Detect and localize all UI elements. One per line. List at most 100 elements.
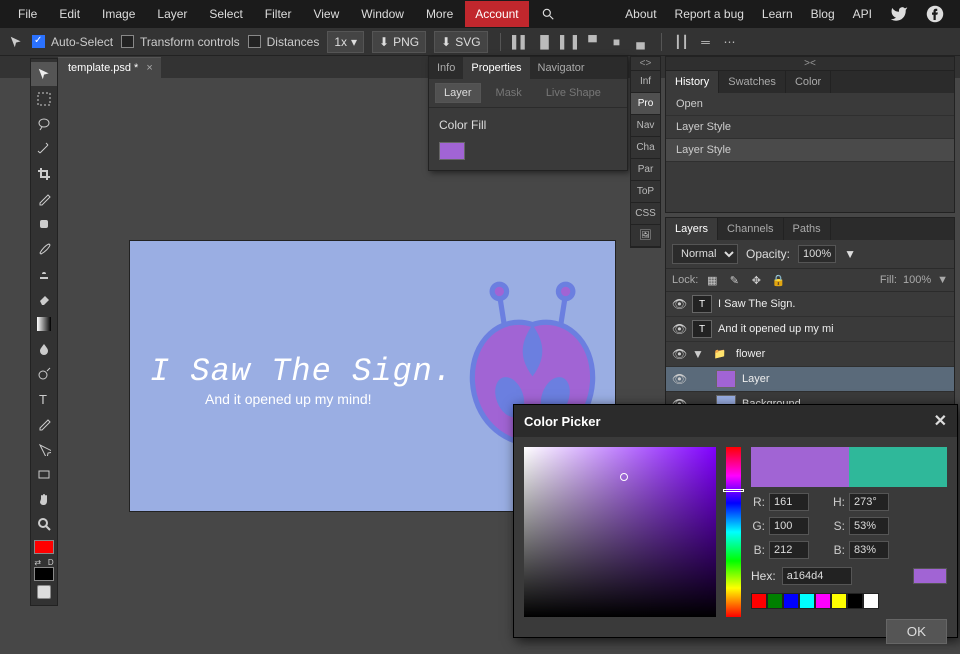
- br-input[interactable]: [849, 541, 889, 559]
- palette-swatch[interactable]: [831, 593, 847, 609]
- align-top-icon[interactable]: ▀: [585, 34, 601, 50]
- tab-layers[interactable]: Layers: [666, 218, 718, 240]
- layer-row[interactable]: 👁 T And it opened up my mi: [666, 317, 954, 342]
- lasso-tool[interactable]: [31, 112, 57, 136]
- prop-sub-layer[interactable]: Layer: [435, 83, 481, 103]
- tab-channels[interactable]: Channels: [718, 218, 783, 240]
- visibility-toggle-icon[interactable]: 👁: [672, 372, 686, 386]
- fill-value[interactable]: 100%: [903, 274, 931, 286]
- default-colors-icon[interactable]: D: [48, 558, 54, 567]
- distances-checkbox[interactable]: Distances: [248, 35, 320, 49]
- tab-navigator[interactable]: Navigator: [530, 57, 593, 79]
- shape-tool[interactable]: [31, 462, 57, 486]
- hue-cursor[interactable]: [723, 489, 744, 492]
- background-color-swatch[interactable]: [34, 567, 54, 581]
- eraser-tool[interactable]: [31, 287, 57, 311]
- align-right-icon[interactable]: ▌▐: [561, 34, 577, 50]
- color-fill-swatch[interactable]: [439, 142, 465, 160]
- zoom-tool[interactable]: [31, 512, 57, 536]
- move-tool[interactable]: [31, 62, 57, 86]
- menu-layer[interactable]: Layer: [147, 1, 197, 27]
- visibility-toggle-icon[interactable]: 👁: [672, 347, 686, 361]
- strip-css[interactable]: CSS: [631, 203, 660, 225]
- type-tool[interactable]: T: [31, 387, 57, 411]
- tab-history[interactable]: History: [666, 71, 719, 93]
- dodge-tool[interactable]: [31, 362, 57, 386]
- layer-row[interactable]: 👁 Layer: [666, 367, 954, 392]
- distribute-v-icon[interactable]: ═: [698, 34, 714, 50]
- distribute-h-icon[interactable]: ┃┃: [674, 34, 690, 50]
- menu-window[interactable]: Window: [351, 1, 414, 27]
- lock-transparent-icon[interactable]: ▦: [704, 273, 720, 287]
- strip-character[interactable]: Cha: [631, 137, 660, 159]
- link-blog[interactable]: Blog: [803, 1, 843, 27]
- tab-swatches[interactable]: Swatches: [719, 71, 786, 93]
- align-bottom-icon[interactable]: ▄: [633, 34, 649, 50]
- twitter-icon[interactable]: [882, 0, 916, 29]
- tab-info[interactable]: Info: [429, 57, 463, 79]
- align-center-v-icon[interactable]: ■: [609, 34, 625, 50]
- document-tab[interactable]: template.psd * ×: [58, 57, 161, 78]
- folder-toggle-icon[interactable]: ▼: [692, 347, 704, 361]
- opacity-value[interactable]: 100%: [798, 245, 836, 263]
- palette-swatch[interactable]: [847, 593, 863, 609]
- path-select-tool[interactable]: [31, 437, 57, 461]
- tab-properties[interactable]: Properties: [463, 57, 529, 79]
- tab-color[interactable]: Color: [786, 71, 831, 93]
- history-row[interactable]: Open: [666, 93, 954, 116]
- link-api[interactable]: API: [845, 1, 880, 27]
- hand-tool[interactable]: [31, 487, 57, 511]
- link-learn[interactable]: Learn: [754, 1, 801, 27]
- tab-paths[interactable]: Paths: [784, 218, 831, 240]
- stamp-tool[interactable]: [31, 262, 57, 286]
- palette-swatch[interactable]: [751, 593, 767, 609]
- palette-swatch[interactable]: [799, 593, 815, 609]
- strip-paragraph[interactable]: Par: [631, 159, 660, 181]
- b-input[interactable]: [769, 541, 809, 559]
- visibility-toggle-icon[interactable]: 👁: [672, 297, 686, 311]
- strip-image-icon[interactable]: 🖼: [631, 225, 660, 247]
- strip-navigator[interactable]: Nav: [631, 115, 660, 137]
- auto-select-checkbox[interactable]: Auto-Select: [32, 35, 113, 49]
- menu-more[interactable]: More: [416, 1, 463, 27]
- link-report-bug[interactable]: Report a bug: [667, 1, 752, 27]
- eyedropper-tool[interactable]: [31, 187, 57, 211]
- wand-tool[interactable]: [31, 137, 57, 161]
- foreground-color-swatch[interactable]: [34, 540, 54, 554]
- sv-cursor[interactable]: [620, 473, 628, 481]
- lock-all-icon[interactable]: 🔒: [770, 273, 786, 287]
- close-tab-icon[interactable]: ×: [146, 62, 152, 74]
- search-icon[interactable]: [531, 1, 565, 28]
- layer-row-folder[interactable]: 👁 ▼ 📁 flower: [666, 342, 954, 367]
- menu-image[interactable]: Image: [92, 1, 145, 27]
- g-input[interactable]: [769, 517, 809, 535]
- saturation-value-field[interactable]: [524, 447, 716, 617]
- layer-row[interactable]: 👁 T I Saw The Sign.: [666, 292, 954, 317]
- menu-view[interactable]: View: [303, 1, 349, 27]
- more-align-icon[interactable]: ⋯: [722, 34, 738, 50]
- visibility-toggle-icon[interactable]: 👁: [672, 322, 686, 336]
- menu-select[interactable]: Select: [199, 1, 252, 27]
- opacity-dropdown-icon[interactable]: ▼: [844, 247, 856, 261]
- lock-move-icon[interactable]: ✥: [748, 273, 764, 287]
- facebook-icon[interactable]: [918, 0, 952, 29]
- s-input[interactable]: [849, 517, 889, 535]
- align-center-h-icon[interactable]: ▐▌: [537, 34, 553, 50]
- hex-input[interactable]: [782, 567, 852, 585]
- prop-sub-mask[interactable]: Mask: [487, 83, 531, 103]
- quickmask-toggle[interactable]: [37, 585, 51, 599]
- old-color-swatch[interactable]: [849, 447, 947, 487]
- history-row[interactable]: Layer Style: [666, 116, 954, 139]
- properties-panel[interactable]: Info Properties Navigator Layer Mask Liv…: [428, 56, 628, 171]
- history-row[interactable]: Layer Style: [666, 139, 954, 162]
- zoom-select[interactable]: 1x ▾: [327, 31, 364, 53]
- strip-properties[interactable]: Pro: [631, 93, 660, 115]
- menu-edit[interactable]: Edit: [49, 1, 90, 27]
- menu-filter[interactable]: Filter: [255, 1, 302, 27]
- close-icon[interactable]: ✕: [934, 411, 947, 431]
- fill-dropdown-icon[interactable]: ▼: [937, 274, 948, 286]
- r-input[interactable]: [769, 493, 809, 511]
- palette-swatch[interactable]: [863, 593, 879, 609]
- ok-button[interactable]: OK: [886, 619, 947, 644]
- pen-tool[interactable]: [31, 412, 57, 436]
